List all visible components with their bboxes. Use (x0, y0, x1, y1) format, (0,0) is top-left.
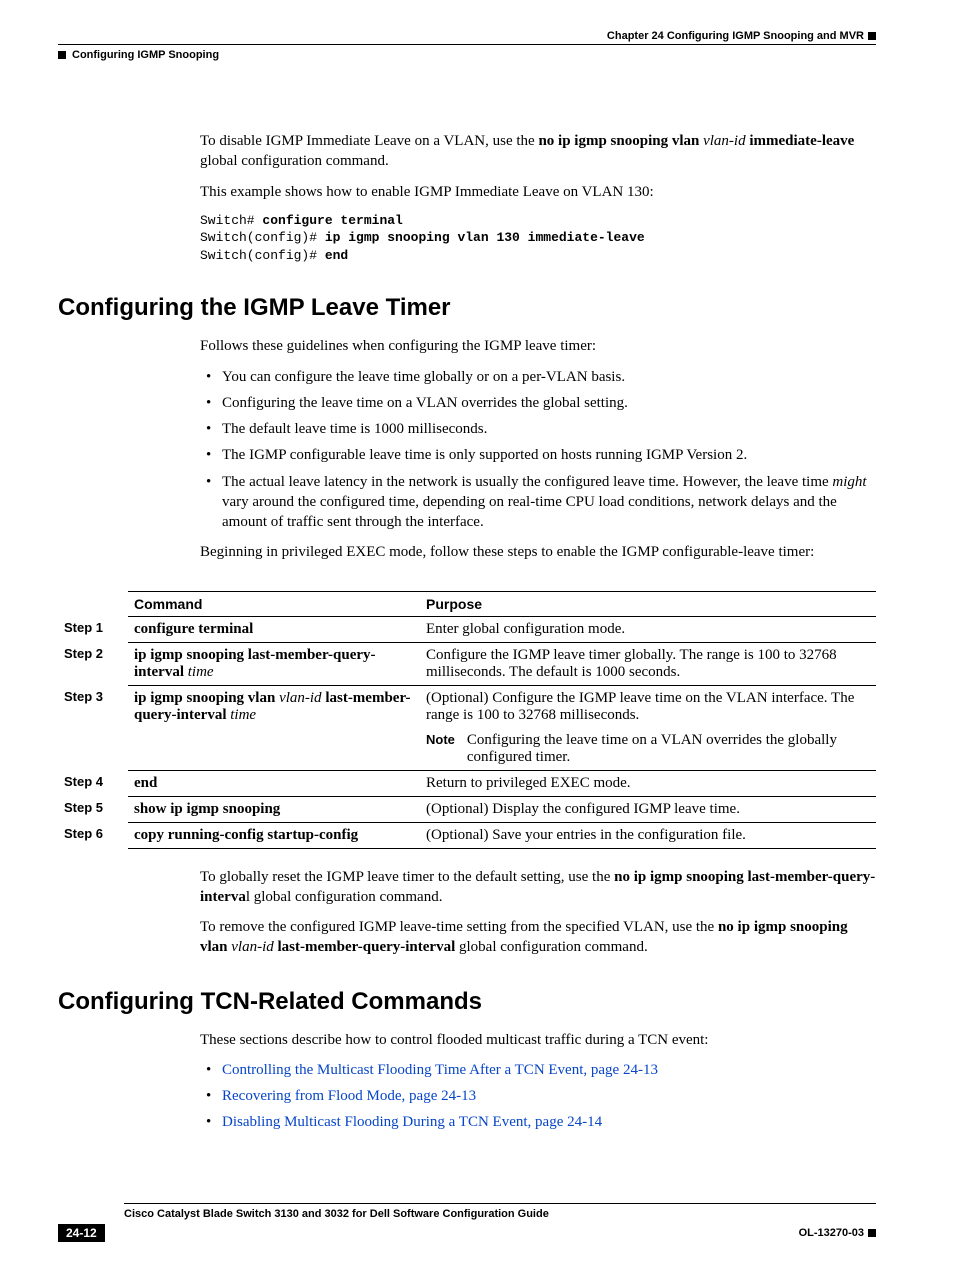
decor-square-icon (868, 1229, 876, 1237)
bullet-list: You can configure the leave time globall… (200, 367, 876, 533)
table-header-blank (58, 591, 128, 616)
step-label: Step 5 (58, 796, 128, 822)
step-label: Step 3 (58, 685, 128, 770)
list-item: Controlling the Multicast Flooding Time … (200, 1060, 876, 1080)
paragraph: These sections describe how to control f… (200, 1030, 876, 1050)
paragraph: To remove the configured IGMP leave-time… (200, 917, 876, 958)
purpose-text: Configure the IGMP leave timer globally.… (420, 642, 876, 685)
list-item: Disabling Multicast Flooding During a TC… (200, 1112, 876, 1132)
cross-ref-link[interactable]: Controlling the Multicast Flooding Time … (222, 1062, 658, 1078)
command-text: end (134, 775, 157, 791)
purpose-cell: (Optional) Configure the IGMP leave time… (420, 685, 876, 770)
section-body: Follows these guidelines when configurin… (200, 336, 876, 562)
doc-id: OL-13270-03 (799, 1227, 876, 1239)
page-container: Chapter 24 Configuring IGMP Snooping and… (0, 0, 954, 1272)
purpose-text: (Optional) Configure the IGMP leave time… (426, 690, 870, 724)
list-item: Recovering from Flood Mode, page 24-13 (200, 1086, 876, 1106)
purpose-text: Return to privileged EXEC mode. (420, 770, 876, 796)
table-header-command: Command (128, 591, 420, 616)
cross-ref-link[interactable]: Recovering from Flood Mode, page 24-13 (222, 1088, 476, 1104)
table-row: Step 4 end Return to privileged EXEC mod… (58, 770, 876, 796)
purpose-text: Enter global configuration mode. (420, 616, 876, 642)
cross-ref-link[interactable]: Disabling Multicast Flooding During a TC… (222, 1114, 602, 1130)
section-body: These sections describe how to control f… (200, 1030, 876, 1133)
command-table: Command Purpose Step 1 configure termina… (58, 591, 876, 849)
step-label: Step 6 (58, 822, 128, 848)
paragraph: Beginning in privileged EXEC mode, follo… (200, 542, 876, 562)
table-row: Step 2 ip igmp snooping last-member-quer… (58, 642, 876, 685)
step-label: Step 1 (58, 616, 128, 642)
code-block: Switch# configure terminal Switch(config… (200, 212, 876, 265)
command-text: ip igmp snooping vlan vlan-id last-membe… (128, 685, 420, 770)
paragraph: This example shows how to enable IGMP Im… (200, 182, 876, 202)
command-text: ip igmp snooping last-member-query-inter… (128, 642, 420, 685)
step-label: Step 4 (58, 770, 128, 796)
paragraph: To globally reset the IGMP leave timer t… (200, 867, 876, 908)
note-text: Configuring the leave time on a VLAN ove… (467, 732, 870, 766)
step-label: Step 2 (58, 642, 128, 685)
table-row: Step 5 show ip igmp snooping (Optional) … (58, 796, 876, 822)
table-header-purpose: Purpose (420, 591, 876, 616)
section-heading-leave-timer: Configuring the IGMP Leave Timer (58, 294, 876, 322)
note-label: Note (426, 732, 455, 766)
command-text: show ip igmp snooping (134, 801, 280, 817)
note-block: Note Configuring the leave time on a VLA… (426, 732, 870, 766)
list-item: You can configure the leave time globall… (200, 367, 876, 387)
footer-rule (124, 1203, 876, 1204)
after-table-block: To globally reset the IGMP leave timer t… (200, 867, 876, 958)
table-row: Step 3 ip igmp snooping vlan vlan-id las… (58, 685, 876, 770)
footer: Cisco Catalyst Blade Switch 3130 and 303… (58, 1203, 876, 1242)
purpose-text: (Optional) Display the configured IGMP l… (420, 796, 876, 822)
header-section: Configuring IGMP Snooping (58, 49, 876, 61)
list-item: The default leave time is 1000 milliseco… (200, 419, 876, 439)
header-chapter: Chapter 24 Configuring IGMP Snooping and… (607, 30, 876, 42)
paragraph: To disable IGMP Immediate Leave on a VLA… (200, 131, 876, 172)
command-text: copy running-config startup-config (134, 827, 358, 843)
decor-square-icon (58, 51, 66, 59)
decor-square-icon (868, 32, 876, 40)
section-heading-tcn: Configuring TCN-Related Commands (58, 988, 876, 1016)
header-rule (58, 44, 876, 45)
footer-title: Cisco Catalyst Blade Switch 3130 and 303… (124, 1208, 876, 1220)
header-row: Chapter 24 Configuring IGMP Snooping and… (58, 30, 876, 42)
page-number-badge: 24-12 (58, 1224, 105, 1242)
purpose-text: (Optional) Save your entries in the conf… (420, 822, 876, 848)
bullet-list: Controlling the Multicast Flooding Time … (200, 1060, 876, 1133)
paragraph: Follows these guidelines when configurin… (200, 336, 876, 356)
list-item: The IGMP configurable leave time is only… (200, 445, 876, 465)
list-item: Configuring the leave time on a VLAN ove… (200, 393, 876, 413)
table-row: Step 1 configure terminal Enter global c… (58, 616, 876, 642)
intro-block: To disable IGMP Immediate Leave on a VLA… (200, 131, 876, 264)
table-row: Step 6 copy running-config startup-confi… (58, 822, 876, 848)
list-item: The actual leave latency in the network … (200, 472, 876, 533)
command-text: configure terminal (134, 621, 253, 637)
